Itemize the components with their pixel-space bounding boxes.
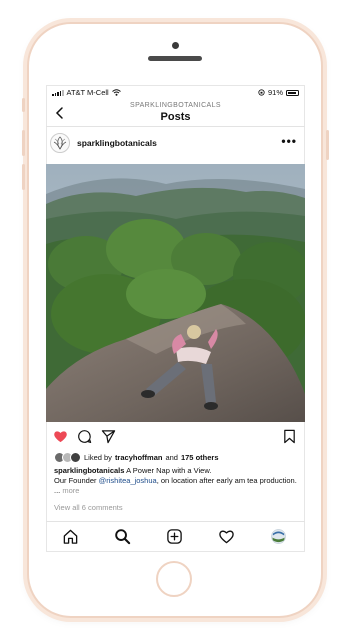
view-all-comments-link[interactable]: View all 6 comments bbox=[54, 503, 123, 512]
likes-summary[interactable]: Liked by tracyhoffman and 175 others bbox=[54, 452, 219, 463]
front-camera bbox=[172, 42, 179, 49]
add-post-icon[interactable] bbox=[166, 528, 183, 545]
nav-header: SPARKLINGBOTANICALS Posts bbox=[46, 99, 305, 127]
more-options-icon[interactable]: ••• bbox=[281, 134, 297, 148]
phone-volume-down-button bbox=[22, 164, 25, 190]
heart-outline-icon[interactable] bbox=[218, 528, 235, 545]
orientation-lock-icon bbox=[258, 89, 265, 96]
phone-screen: AT&T M-Cell 91% SPARKLINGBOTANICALS Post… bbox=[46, 85, 305, 552]
signal-strength-icon bbox=[52, 89, 64, 96]
phone-mute-switch bbox=[22, 98, 25, 112]
search-icon[interactable] bbox=[114, 528, 131, 545]
bottom-tab-bar bbox=[46, 521, 305, 552]
post-header: sparklingbotanicals ••• bbox=[46, 132, 305, 156]
heart-icon[interactable] bbox=[53, 429, 68, 444]
battery-percent: 91% bbox=[267, 88, 283, 97]
brand-logo-icon bbox=[53, 136, 67, 150]
liked-by-user[interactable]: tracyhoffman bbox=[115, 453, 163, 462]
status-bar: AT&T M-Cell 91% bbox=[46, 85, 305, 99]
caption-line2-prefix: Our Founder bbox=[54, 476, 97, 485]
send-icon[interactable] bbox=[101, 429, 116, 444]
post-caption: sparklingbotanicals A Power Nap with a V… bbox=[54, 466, 299, 496]
profile-avatar-icon[interactable] bbox=[270, 528, 287, 545]
phone-volume-up-button bbox=[22, 130, 25, 156]
phone-home-button[interactable] bbox=[156, 561, 192, 597]
caption-text: A Power Nap with a View. bbox=[126, 466, 212, 475]
phone-power-button bbox=[326, 130, 329, 160]
comment-icon[interactable] bbox=[77, 429, 92, 444]
caption-mention[interactable]: @rishitea_joshua bbox=[99, 476, 157, 485]
header-subtitle: SPARKLINGBOTANICALS bbox=[130, 102, 221, 109]
earpiece-speaker bbox=[148, 56, 202, 61]
wifi-icon bbox=[111, 89, 121, 96]
battery-icon bbox=[286, 89, 299, 96]
post-image bbox=[46, 164, 305, 422]
post-photo[interactable] bbox=[46, 164, 305, 422]
liked-by-others[interactable]: 175 others bbox=[181, 453, 219, 462]
caption-username[interactable]: sparklingbotanicals bbox=[54, 466, 124, 475]
home-icon[interactable] bbox=[62, 528, 79, 545]
avatar[interactable] bbox=[50, 133, 70, 153]
post-username[interactable]: sparklingbotanicals bbox=[77, 138, 157, 148]
bookmark-icon[interactable] bbox=[282, 429, 297, 444]
caption-more-link[interactable]: more bbox=[62, 486, 79, 495]
page-title: Posts bbox=[160, 111, 191, 123]
avatar bbox=[70, 452, 81, 463]
liked-by-and: and bbox=[165, 453, 178, 462]
post-actions bbox=[46, 426, 305, 446]
liker-avatars bbox=[54, 452, 81, 463]
liked-by-label: Liked by bbox=[84, 453, 112, 462]
carrier-label: AT&T M-Cell bbox=[66, 88, 109, 97]
